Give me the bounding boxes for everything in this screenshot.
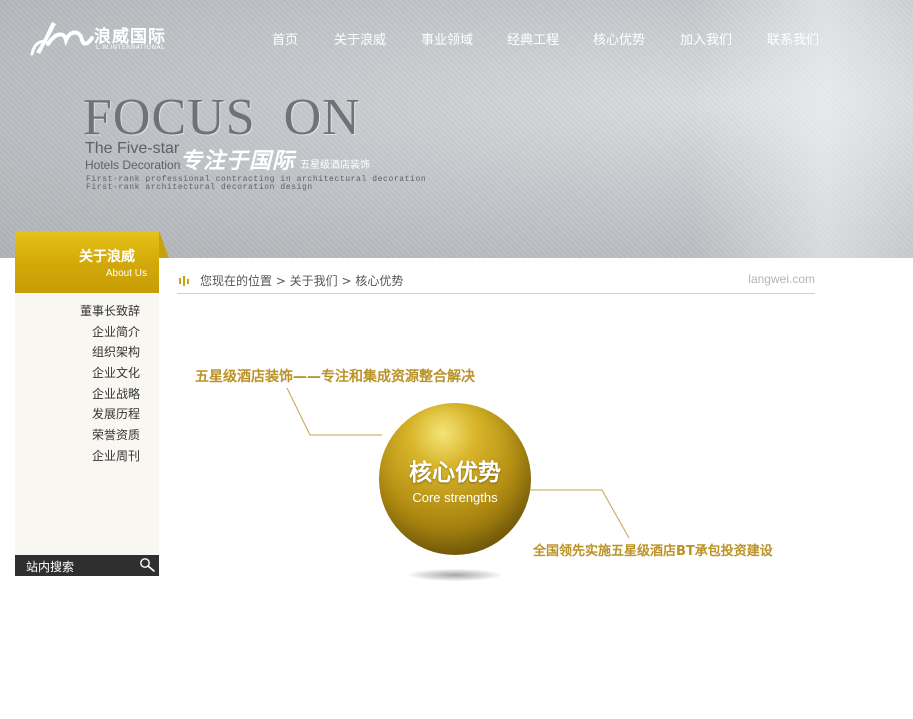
sidebar-item-culture[interactable]: 企业文化	[15, 363, 140, 384]
nav-about[interactable]: 关于浪威	[334, 29, 386, 48]
orb-shadow	[409, 569, 501, 581]
banner-cn-title: 专注于国际	[180, 149, 296, 174]
logo[interactable]: 浪威国际 L.W.INTERNATIONAL	[30, 14, 180, 58]
sidebar-title: 关于浪威	[79, 249, 135, 265]
sidebar-item-chairman[interactable]: 董事长致辞	[15, 301, 140, 322]
nav-business[interactable]: 事业领域	[421, 29, 473, 48]
logo-mark-icon	[30, 22, 94, 56]
site-domain: langwei.com	[748, 272, 815, 286]
nav-join[interactable]: 加入我们	[680, 29, 732, 48]
sidebar: 关于浪威 About Us 董事长致辞 企业简介 组织架构 企业文化 企业战略 …	[15, 231, 169, 576]
core-strengths-diagram: 五星级酒店装饰——专注和集成资源整合解决 核心优势 Core strengths…	[177, 340, 815, 600]
sidebar-menu: 董事长致辞 企业简介 组织架构 企业文化 企业战略 发展历程 荣誉资质 企业周刊	[15, 301, 140, 467]
orb-title: 核心优势	[409, 460, 501, 486]
header-banner: 浪威国际 L.W.INTERNATIONAL 首页 关于浪威 事业领域 经典工程…	[0, 0, 913, 258]
sidebar-subtitle: About Us	[105, 268, 147, 279]
sidebar-item-history[interactable]: 发展历程	[15, 404, 140, 425]
breadcrumb-text: 您现在的位置 > 关于我们 > 核心优势	[200, 274, 404, 288]
sidebar-item-strategy[interactable]: 企业战略	[15, 384, 140, 405]
sidebar-item-profile[interactable]: 企业简介	[15, 322, 140, 343]
nav-projects[interactable]: 经典工程	[507, 29, 559, 48]
banner-cn-subtitle: 五星级酒店装饰	[300, 160, 370, 171]
bars-icon	[179, 276, 189, 286]
nav-home[interactable]: 首页	[272, 29, 298, 48]
logo-subtext: L.W.INTERNATIONAL	[96, 44, 166, 51]
banner-title: FOCUS ON	[83, 89, 361, 146]
banner-en-line1: The Five-star	[85, 140, 180, 157]
site-search[interactable]: 站内搜索	[15, 555, 159, 576]
sidebar-item-structure[interactable]: 组织架构	[15, 342, 140, 363]
search-icon[interactable]	[138, 557, 156, 573]
nav-contact[interactable]: 联系我们	[767, 29, 819, 48]
banner-en-line2: Hotels Decoration	[85, 158, 181, 172]
sidebar-header-corner	[159, 231, 169, 258]
search-label: 站内搜索	[26, 560, 75, 574]
breadcrumb: 您现在的位置 > 关于我们 > 核心优势 langwei.com	[177, 270, 815, 294]
diagram-bottom-caption: 全国领先实施五星级酒店BT承包投资建设	[533, 544, 773, 559]
banner-desc-line2: First-rank architectural decoration desi…	[86, 183, 313, 192]
nav-strengths[interactable]: 核心优势	[593, 29, 645, 48]
diagram-top-caption: 五星级酒店装饰——专注和集成资源整合解决	[195, 369, 475, 385]
sidebar-header: 关于浪威 About Us	[15, 231, 159, 293]
sidebar-item-honors[interactable]: 荣誉资质	[15, 425, 140, 446]
sidebar-item-weekly[interactable]: 企业周刊	[15, 446, 140, 467]
orb-subtitle: Core strengths	[412, 490, 498, 505]
core-strengths-orb: 核心优势 Core strengths	[379, 403, 531, 555]
